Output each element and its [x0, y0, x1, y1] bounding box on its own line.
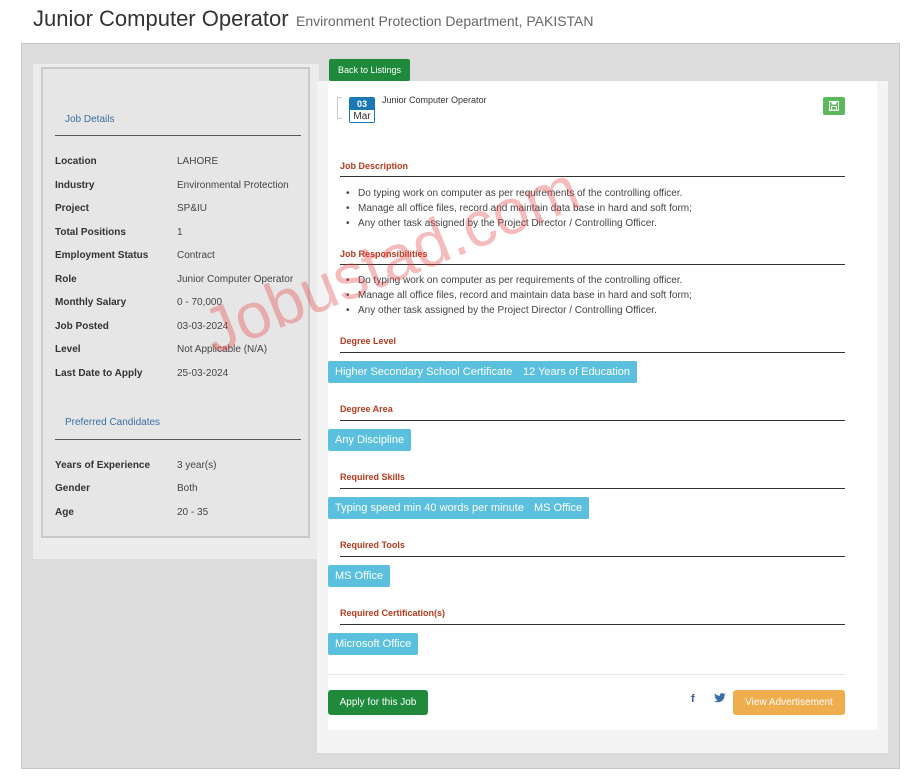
detail-row-last-date: Last Date to Apply 25-03-2024: [55, 368, 301, 382]
detail-label: Years of Experience: [55, 460, 151, 471]
section-divider: [340, 420, 845, 421]
list-item: Do typing work on computer as per requir…: [346, 186, 838, 201]
detail-label: Employment Status: [55, 250, 149, 261]
list-item: Manage all office files, record and main…: [346, 288, 838, 303]
job-name: Junior Computer Operator: [382, 95, 487, 105]
job-responsibilities-list: Do typing work on computer as per requir…: [346, 273, 838, 318]
detail-label: Level: [55, 344, 81, 355]
back-to-listings-button[interactable]: Back to Listings: [329, 59, 410, 81]
detail-row-role: Role Junior Computer Operator: [55, 274, 301, 288]
twitter-icon[interactable]: [714, 693, 726, 706]
certification-tag: Microsoft Office: [328, 633, 419, 655]
detail-label: Job Posted: [55, 321, 109, 332]
content-area: Job Details Location LAHORE Industry Env…: [21, 43, 900, 769]
section-divider: [340, 488, 845, 489]
detail-row-total-positions: Total Positions 1: [55, 227, 301, 241]
detail-value: 1: [177, 227, 183, 238]
job-details-panel: Job Details Location LAHORE Industry Env…: [41, 67, 310, 538]
footer-divider: [328, 674, 845, 675]
detail-label: Monthly Salary: [55, 297, 127, 308]
skill-tag: Typing speed min 40 words per minute: [328, 497, 531, 519]
sidebar: Job Details Location LAHORE Industry Env…: [33, 64, 319, 559]
apply-button[interactable]: Apply for this Job: [328, 690, 428, 715]
required-tools-heading: Required Tools: [340, 540, 405, 550]
detail-label: Industry: [55, 180, 95, 191]
section-divider: [55, 135, 301, 136]
detail-row-project: Project SP&IU: [55, 203, 301, 217]
section-divider: [340, 264, 845, 265]
detail-label: Gender: [55, 483, 91, 494]
detail-value: 25-03-2024: [177, 368, 229, 379]
list-item: Do typing work on computer as per requir…: [346, 273, 838, 288]
date-month: Mar: [350, 110, 374, 122]
detail-row-location: Location LAHORE: [55, 156, 301, 170]
detail-row-employment-status: Employment Status Contract: [55, 250, 301, 264]
page-header: Junior Computer Operator Environment Pro…: [33, 6, 594, 32]
section-divider: [340, 176, 845, 177]
job-details-title: Job Details: [65, 114, 115, 125]
list-item: Any other task assigned by the Project D…: [346, 303, 838, 318]
detail-row-level: Level Not Applicable (N/A): [55, 344, 301, 358]
page-title: Junior Computer Operator: [33, 6, 289, 31]
page-subtitle: Environment Protection Department, PAKIS…: [296, 13, 594, 29]
detail-value: 20 - 35: [177, 507, 209, 518]
detail-row-experience: Years of Experience 3 year(s): [55, 460, 301, 474]
section-divider: [55, 439, 301, 440]
degree-level-tag: 12 Years of Education: [516, 361, 638, 383]
skill-tag: MS Office: [527, 497, 590, 519]
detail-value: 03-03-2024: [177, 321, 229, 332]
required-certifications-heading: Required Certification(s): [340, 608, 446, 618]
section-divider: [340, 352, 845, 353]
detail-value: 3 year(s): [177, 460, 217, 471]
detail-value: Both: [177, 483, 198, 494]
degree-level-heading: Degree Level: [340, 336, 397, 346]
twitter-bird-shape: [714, 693, 726, 703]
list-item: Any other task assigned by the Project D…: [346, 216, 838, 231]
list-item: Manage all office files, record and main…: [346, 201, 838, 216]
detail-row-job-posted: Job Posted 03-03-2024: [55, 321, 301, 335]
detail-label: Last Date to Apply: [55, 368, 143, 379]
date-badge: 03 Mar: [349, 97, 375, 123]
post-marker: [337, 97, 342, 119]
detail-row-industry: Industry Environmental Protection: [55, 180, 301, 194]
detail-row-gender: Gender Both: [55, 483, 301, 497]
degree-area-heading: Degree Area: [340, 404, 393, 414]
save-button[interactable]: [823, 97, 845, 115]
detail-label: Total Positions: [55, 227, 126, 238]
detail-row-monthly-salary: Monthly Salary 0 - 70,000: [55, 297, 301, 311]
detail-row-age: Age 20 - 35: [55, 507, 301, 521]
detail-label: Project: [55, 203, 89, 214]
detail-value: Not Applicable (N/A): [177, 344, 268, 355]
detail-value: Contract: [177, 250, 215, 261]
floppy-disk-icon: [829, 101, 839, 111]
job-responsibilities-heading: Job Responsibilities: [340, 249, 428, 259]
detail-value: LAHORE: [177, 156, 219, 167]
detail-value: Junior Computer Operator: [177, 274, 294, 285]
tool-tag: MS Office: [328, 565, 391, 587]
required-skills-heading: Required Skills: [340, 472, 406, 482]
degree-level-tag: Higher Secondary School Certificate: [328, 361, 520, 383]
detail-label: Age: [55, 507, 74, 518]
job-content-panel: 03 Mar Junior Computer Operator Job Desc…: [317, 81, 888, 753]
detail-value: Environmental Protection: [177, 180, 289, 191]
detail-value: 0 - 70,000: [177, 297, 223, 308]
facebook-icon[interactable]: f: [691, 693, 695, 705]
date-day: 03: [350, 98, 374, 110]
job-description-heading: Job Description: [340, 161, 409, 171]
job-description-list: Do typing work on computer as per requir…: [346, 186, 838, 231]
detail-label: Role: [55, 274, 77, 285]
job-content-card: 03 Mar Junior Computer Operator Job Desc…: [328, 81, 877, 730]
degree-area-tag: Any Discipline: [328, 429, 412, 451]
section-divider: [340, 624, 845, 625]
detail-label: Location: [55, 156, 97, 167]
preferred-candidates-title: Preferred Candidates: [65, 417, 161, 428]
view-advertisement-button[interactable]: View Advertisement: [733, 690, 845, 715]
detail-value: SP&IU: [177, 203, 208, 214]
section-divider: [340, 556, 845, 557]
